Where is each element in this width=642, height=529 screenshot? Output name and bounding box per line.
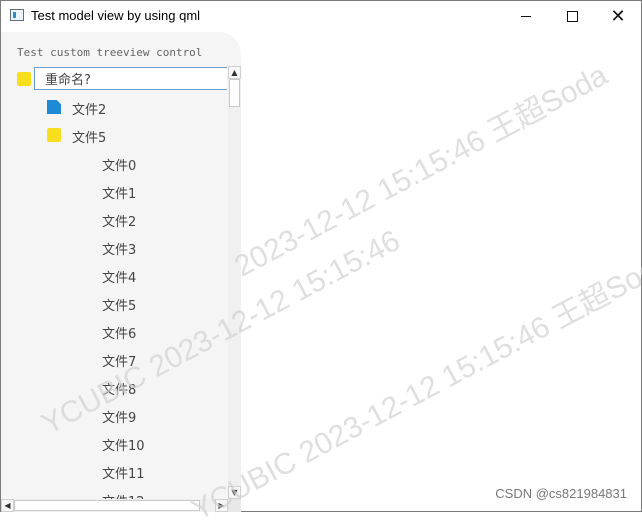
vertical-scrollbar[interactable]: ▲ ▼	[228, 66, 241, 499]
minimize-icon	[521, 15, 531, 17]
tree-item-label: 文件7	[102, 355, 137, 370]
scroll-down-button[interactable]: ▼	[228, 486, 241, 499]
window-title: Test model view by using qml	[31, 8, 201, 23]
tree-row-file4[interactable]: 文件4	[1, 262, 227, 290]
tree-row-file1[interactable]: 文件1	[1, 178, 227, 206]
tree-row-file10[interactable]: 文件10	[1, 430, 227, 458]
scroll-left-button[interactable]: ◀	[1, 499, 14, 512]
tree-row-rename[interactable]	[1, 66, 227, 94]
up-arrow-icon: ▲	[231, 68, 238, 77]
tree-item-label: 文件2	[102, 215, 137, 230]
tree-row-file11[interactable]: 文件11	[1, 458, 227, 486]
tree-item-label: 文件6	[102, 327, 137, 342]
minimize-button[interactable]	[503, 1, 549, 31]
csdn-watermark: CSDN @cs821984831	[495, 486, 627, 501]
treeview-panel: Test custom treeview control 文件2 文件5 文件0…	[1, 32, 241, 501]
title-bar[interactable]: Test model view by using qml ✕	[1, 1, 641, 31]
tree-item-label: 文件5	[72, 131, 107, 146]
maximize-icon	[566, 10, 578, 22]
panel-heading: Test custom treeview control	[17, 46, 203, 59]
close-icon: ✕	[610, 6, 626, 26]
tree-item-label: 文件8	[102, 383, 137, 398]
tree-item-label: 文件2	[72, 103, 107, 118]
tree-item-label: 文件3	[102, 243, 137, 258]
main-window: Test model view by using qml ✕ Test cust…	[0, 0, 642, 527]
folder-icon	[17, 72, 31, 86]
tree-item-label: 文件0	[102, 159, 137, 174]
vertical-scroll-thumb[interactable]	[229, 79, 240, 107]
file-icon	[47, 100, 61, 114]
maximize-button[interactable]	[549, 1, 595, 31]
rename-input[interactable]	[34, 67, 227, 90]
scroll-up-button[interactable]: ▲	[228, 66, 241, 79]
tree-row-file6[interactable]: 文件6	[1, 318, 227, 346]
scroll-right-button[interactable]: ▶	[215, 499, 228, 512]
tree-list[interactable]: 文件2 文件5 文件0 文件1 文件2 文件3 文件4 文件5 文件6 文件7 …	[1, 66, 227, 501]
tree-item-label: 文件1	[102, 187, 137, 202]
right-arrow-icon: ▶	[218, 501, 225, 510]
left-arrow-icon: ◀	[4, 501, 11, 510]
app-icon	[10, 9, 24, 21]
tree-row-file3[interactable]: 文件3	[1, 234, 227, 262]
tree-row-file8[interactable]: 文件8	[1, 374, 227, 402]
horizontal-scroll-thumb[interactable]	[14, 500, 200, 511]
close-button[interactable]: ✕	[595, 1, 641, 31]
down-arrow-icon: ▼	[231, 488, 238, 497]
horizontal-scrollbar[interactable]: ◀ ▶	[1, 499, 241, 512]
tree-item-label: 文件4	[102, 271, 137, 286]
folder-icon	[47, 128, 61, 142]
scroll-corner	[228, 499, 241, 512]
tree-row-file0[interactable]: 文件0	[1, 150, 227, 178]
tree-row-file5b[interactable]: 文件5	[1, 290, 227, 318]
watermark-text: 2023-12-12 15:15:46 王超Soda	[229, 58, 613, 284]
tree-item-label: 文件11	[102, 467, 145, 482]
tree-item-label: 文件9	[102, 411, 137, 426]
tree-item-label: 文件5	[102, 299, 137, 314]
tree-row-file2b[interactable]: 文件2	[1, 206, 227, 234]
tree-row-file7[interactable]: 文件7	[1, 346, 227, 374]
tree-item-label: 文件10	[102, 439, 145, 454]
tree-row-file9[interactable]: 文件9	[1, 402, 227, 430]
tree-row-file5[interactable]: 文件5	[1, 122, 227, 150]
tree-row-file2[interactable]: 文件2	[1, 94, 227, 122]
